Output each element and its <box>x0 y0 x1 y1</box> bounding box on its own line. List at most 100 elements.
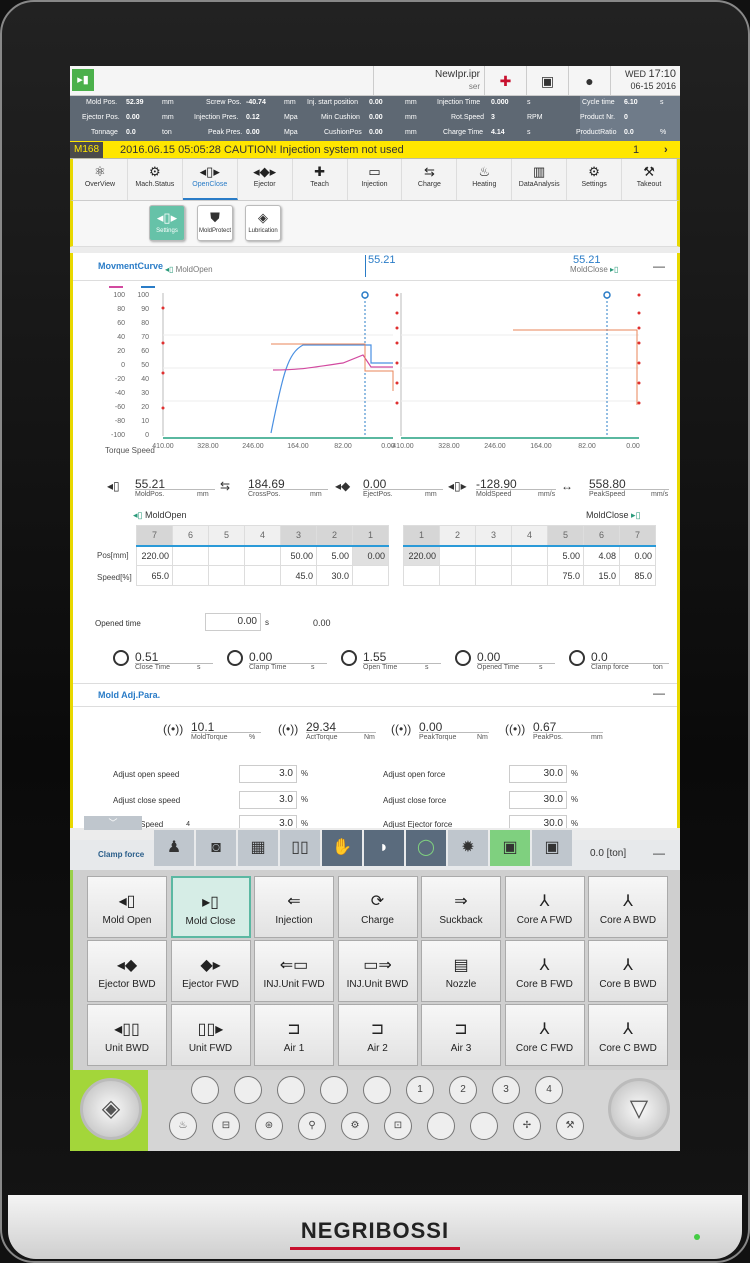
camera-icon[interactable]: ◙ <box>196 830 236 866</box>
tab-dataanalysis[interactable]: ▥ DataAnalysis <box>512 159 568 200</box>
motor-start-button[interactable]: ◈ <box>80 1078 142 1140</box>
calculator-icon[interactable]: ▦ <box>238 830 278 866</box>
speed-cell[interactable] <box>439 565 476 586</box>
submenu-settings[interactable]: ◂▯▸ Settings <box>149 205 185 241</box>
stop-button[interactable]: ▽ <box>608 1078 670 1140</box>
speed-cell[interactable] <box>511 565 548 586</box>
file-name[interactable]: NewIpr.ipr ser <box>373 66 485 96</box>
function-round-button[interactable]: 3 <box>492 1076 520 1104</box>
submenu-moldprotect[interactable]: ⛊ MoldProtect <box>197 205 233 241</box>
pos-cell[interactable]: 220.00 <box>403 545 440 566</box>
tab-overview[interactable]: ⚛ OverView <box>73 159 128 200</box>
pos-cell[interactable]: 220.00 <box>136 545 173 566</box>
opened-time-input[interactable]: 0.00 <box>205 613 261 631</box>
core-a-bwd-button[interactable]: ⅄ Core A BWD <box>588 876 668 938</box>
unit-fwd-button[interactable]: ▯▯▸ Unit FWD <box>170 1004 251 1066</box>
pump-off-icon[interactable]: ▣ <box>532 830 572 866</box>
inj-unit-fwd-button[interactable]: ⇐▭ INJ.Unit FWD <box>254 940 334 1002</box>
air-2-button[interactable]: ⊐ Air 2 <box>337 1004 418 1066</box>
param-input[interactable]: 3.0 <box>239 765 297 783</box>
collapse-icon[interactable]: — <box>653 846 665 860</box>
pos-cell[interactable]: 5.00 <box>316 545 353 566</box>
tab-heating[interactable]: ♨ Heating <box>457 159 513 200</box>
nozzle-button[interactable]: ▤ Nozzle <box>421 940 501 1002</box>
tab-injection[interactable]: ▭ Injection <box>348 159 403 200</box>
core-c-bwd-button[interactable]: ⅄ Core C BWD <box>588 1004 668 1066</box>
speed-cell[interactable]: 30.0 <box>316 565 353 586</box>
param-input[interactable]: 30.0 <box>509 815 567 828</box>
function-round-button[interactable] <box>470 1112 498 1140</box>
function-round-button[interactable] <box>234 1076 262 1104</box>
speed-cell[interactable] <box>403 565 440 586</box>
book-icon[interactable]: ▯▯ <box>280 830 320 866</box>
function-round-button[interactable]: ⚲ <box>298 1112 326 1140</box>
pos-cell[interactable] <box>475 545 512 566</box>
heater-icon[interactable]: ✹ <box>448 830 488 866</box>
pos-cell[interactable] <box>511 545 548 566</box>
user-icon[interactable]: ● <box>569 66 611 96</box>
param-input[interactable]: 30.0 <box>509 791 567 809</box>
speed-cell[interactable]: 15.0 <box>583 565 620 586</box>
language-flag-icon[interactable]: ✚ <box>485 66 527 96</box>
home-icon[interactable]: ▸▮ <box>72 69 94 91</box>
function-round-button[interactable] <box>427 1112 455 1140</box>
pump-on-icon[interactable]: ▣ <box>490 830 530 866</box>
function-round-button[interactable]: 2 <box>449 1076 477 1104</box>
pos-cell[interactable]: 0.00 <box>352 545 389 566</box>
pos-cell[interactable] <box>208 545 245 566</box>
core-b-bwd-button[interactable]: ⅄ Core B BWD <box>588 940 668 1002</box>
speed-cell[interactable] <box>475 565 512 586</box>
tab-settings[interactable]: ⚙ Settings <box>567 159 623 200</box>
air-1-button[interactable]: ⊐ Air 1 <box>254 1004 334 1066</box>
function-round-button[interactable]: 1 <box>406 1076 434 1104</box>
function-round-button[interactable]: ♨ <box>169 1112 197 1140</box>
tab-openclose[interactable]: ◂▯▸ OpenClose <box>182 159 238 200</box>
speed-cell[interactable]: 65.0 <box>136 565 173 586</box>
function-round-button[interactable] <box>277 1076 305 1104</box>
auto-cycle-icon[interactable]: ◯ <box>406 830 446 866</box>
pos-cell[interactable] <box>244 545 281 566</box>
operator-icon[interactable]: ♟ 4 <box>154 821 194 866</box>
function-round-button[interactable]: 4 <box>535 1076 563 1104</box>
core-b-fwd-button[interactable]: ⅄ Core B FWD <box>504 940 585 1002</box>
param-input[interactable]: 3.0 <box>239 791 297 809</box>
air-3-button[interactable]: ⊐ Air 3 <box>421 1004 501 1066</box>
pos-cell[interactable] <box>439 545 476 566</box>
speed-cell[interactable]: 75.0 <box>547 565 584 586</box>
param-input[interactable]: 30.0 <box>509 765 567 783</box>
mold-close-button[interactable]: ▸▯ Mold Close <box>170 876 251 938</box>
pos-cell[interactable]: 0.00 <box>619 545 656 566</box>
chevron-right-icon[interactable]: › <box>664 141 668 159</box>
pos-cell[interactable]: 5.00 <box>547 545 584 566</box>
speed-cell[interactable]: 45.0 <box>280 565 317 586</box>
ejector-fwd-button[interactable]: ◆▸ Ejector FWD <box>170 940 251 1002</box>
injection-button[interactable]: ⇐ Injection <box>254 876 334 938</box>
collapse-icon[interactable]: — <box>653 686 665 700</box>
tab-teach[interactable]: ✚ Teach <box>293 159 348 200</box>
charge-button[interactable]: ⟳ Charge <box>337 876 418 938</box>
function-round-button[interactable]: ✢ <box>513 1112 541 1140</box>
function-round-button[interactable] <box>363 1076 391 1104</box>
alarm-bar[interactable]: M168 2016.06.15 05:05:28 CAUTION! Inject… <box>70 141 680 159</box>
inj-unit-bwd-button[interactable]: ▭⇒ INJ.Unit BWD <box>337 940 418 1002</box>
chevron-down-icon[interactable]: ﹀ <box>84 816 142 830</box>
speed-cell[interactable] <box>352 565 389 586</box>
ejector-bwd-button[interactable]: ◂◆ Ejector BWD <box>87 940 167 1002</box>
monitor-icon[interactable]: ▣ <box>527 66 569 96</box>
speed-cell[interactable] <box>244 565 281 586</box>
function-round-button[interactable]: ⊟ <box>212 1112 240 1140</box>
tab-machstatus[interactable]: ⚙ Mach.Status <box>128 159 183 200</box>
pos-cell[interactable]: 4.08 <box>583 545 620 566</box>
param-input[interactable]: 3.0 <box>239 815 297 828</box>
pos-cell[interactable] <box>172 545 209 566</box>
submenu-lubrication[interactable]: ◈ Lubrication <box>245 205 281 241</box>
function-round-button[interactable]: ⚙ <box>341 1112 369 1140</box>
function-round-button[interactable]: ⊡ <box>384 1112 412 1140</box>
core-c-fwd-button[interactable]: ⅄ Core C FWD <box>504 1004 585 1066</box>
tab-takeout[interactable]: ⚒ Takeout <box>622 159 677 200</box>
speed-cell[interactable] <box>208 565 245 586</box>
suckback-button[interactable]: ⇒ Suckback <box>421 876 501 938</box>
function-round-button[interactable] <box>191 1076 219 1104</box>
function-round-button[interactable]: ⚒ <box>556 1112 584 1140</box>
function-round-button[interactable] <box>320 1076 348 1104</box>
